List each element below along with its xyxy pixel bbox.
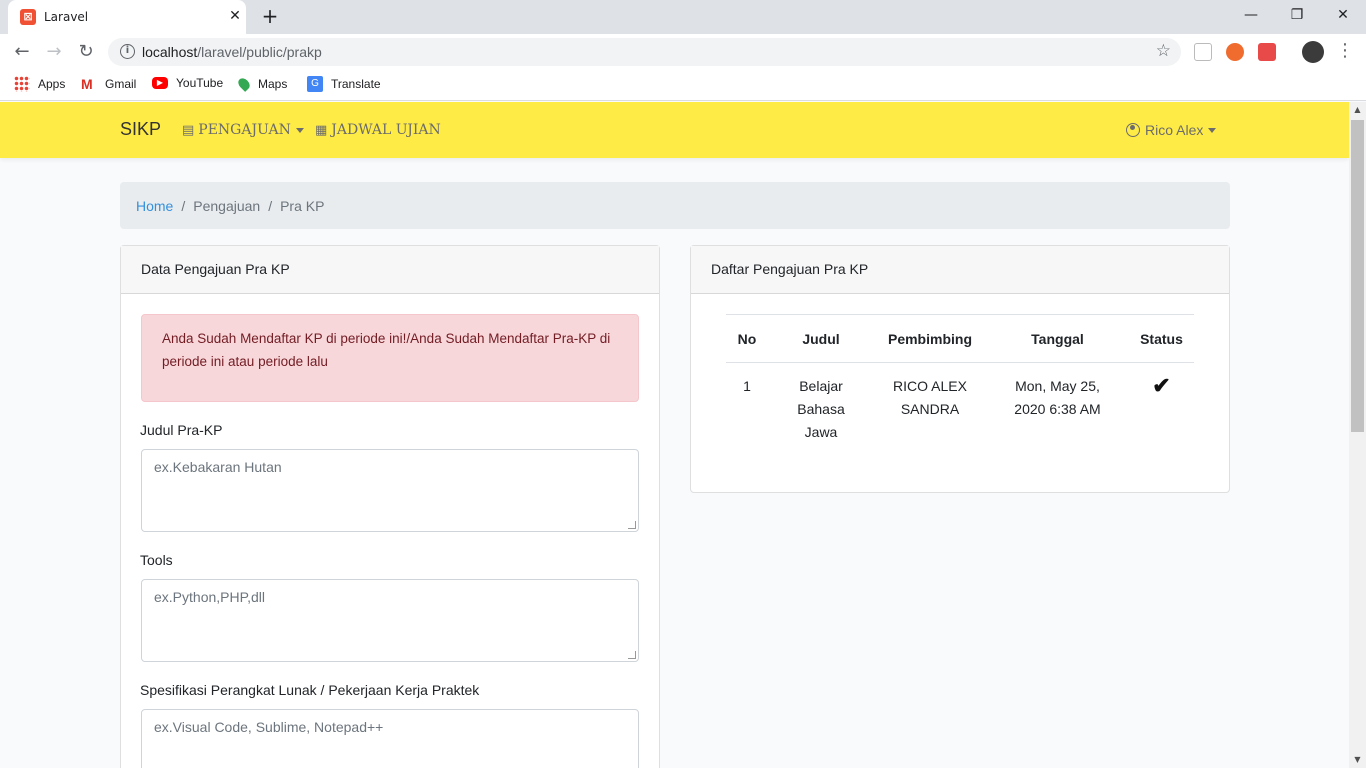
app-navbar: SIKP ▤ PENGAJUAN ▦ JADWAL UJIAN Rico Ale… <box>0 102 1349 158</box>
apps-grid-icon <box>14 76 30 92</box>
id-card-icon: ▤ <box>182 122 195 138</box>
list-card: Daftar Pengajuan Pra KP No Judul Pembimb… <box>690 245 1230 493</box>
calendar-icon: ▦ <box>315 122 328 138</box>
breadcrumb-home-link[interactable]: Home <box>136 198 173 214</box>
bookmarks-bar: Apps M Gmail ▶ YouTube Maps G Translate <box>0 70 1366 101</box>
nav-label: JADWAL UJIAN <box>331 122 441 138</box>
check-icon: ✔ <box>1152 373 1171 398</box>
new-tab-icon[interactable]: + <box>258 5 282 29</box>
spesifikasi-placeholder: ex.Visual Code, Sublime, Notepad++ <box>154 719 384 735</box>
bookmark-gmail[interactable]: M Gmail <box>81 76 136 92</box>
spesifikasi-textarea[interactable]: ex.Visual Code, Sublime, Notepad++ <box>141 709 639 768</box>
resize-handle[interactable] <box>628 521 636 529</box>
pengajuan-table: No Judul Pembimbing Tanggal Status 1 Bel… <box>726 314 1194 455</box>
brand-logo[interactable]: SIKP <box>120 119 161 140</box>
judul-textarea[interactable]: ex.Kebakaran Hutan <box>141 449 639 532</box>
youtube-icon: ▶ <box>152 77 168 89</box>
user-dropdown[interactable]: Rico Alex <box>1126 122 1217 138</box>
scroll-up-icon[interactable]: ▲ <box>1349 102 1366 118</box>
breadcrumb-separator: / <box>181 197 186 214</box>
maps-pin-icon <box>236 76 252 92</box>
cell-judul: Belajar Bahasa Jawa <box>797 378 845 440</box>
resize-handle[interactable] <box>628 651 636 659</box>
profile-avatar[interactable] <box>1302 41 1324 63</box>
bookmark-label: Apps <box>38 77 66 91</box>
nav-pengajuan[interactable]: ▤ PENGAJUAN <box>182 122 304 138</box>
col-no: No <box>726 314 768 363</box>
orange-extension-icon[interactable] <box>1226 43 1244 61</box>
breadcrumb: Home / Pengajuan / Pra KP <box>120 182 1230 229</box>
url-host: localhost <box>142 44 198 60</box>
bookmark-translate[interactable]: G Translate <box>307 76 381 92</box>
cell-tanggal: Mon, May 25, 2020 6:38 AM <box>1014 378 1101 417</box>
table-header-row: No Judul Pembimbing Tanggal Status <box>726 314 1194 363</box>
browser-tab[interactable]: ⊠ Laravel ✕ <box>8 0 246 34</box>
bookmark-apps[interactable]: Apps <box>14 76 65 92</box>
cell-no: 1 <box>743 378 751 394</box>
minimize-icon[interactable]: — <box>1228 0 1274 30</box>
spesifikasi-label: Spesifikasi Perangkat Lunak / Pekerjaan … <box>140 682 480 698</box>
pocket-extension-icon[interactable] <box>1194 43 1212 61</box>
table-row: 1 Belajar Bahasa Jawa RICO ALEX SANDRA M… <box>726 363 1194 455</box>
col-pembimbing: Pembimbing <box>874 314 986 363</box>
chevron-down-icon <box>295 127 304 133</box>
translate-icon: G <box>307 76 323 92</box>
tab-title: Laravel <box>44 10 89 24</box>
user-circle-icon <box>1126 123 1140 137</box>
bookmark-maps[interactable]: Maps <box>236 76 288 92</box>
tools-textarea[interactable]: ex.Python,PHP,dll <box>141 579 639 662</box>
cell-status: ✔ <box>1129 363 1194 455</box>
forward-arrow-icon[interactable]: → <box>42 40 66 64</box>
bookmark-label: Translate <box>331 77 381 91</box>
col-judul: Judul <box>768 314 874 363</box>
back-arrow-icon[interactable]: ← <box>10 40 34 64</box>
browser-menu-icon[interactable]: ⋮ <box>1336 41 1354 61</box>
laravel-favicon-icon: ⊠ <box>20 9 36 25</box>
page-viewport: SIKP ▤ PENGAJUAN ▦ JADWAL UJIAN Rico Ale… <box>0 102 1349 768</box>
judul-label: Judul Pra-KP <box>140 422 223 438</box>
restore-icon[interactable]: ❐ <box>1274 0 1320 30</box>
bookmark-label: Maps <box>258 77 288 91</box>
address-bar[interactable]: i localhost/laravel/public/prakp ☆ <box>108 38 1181 66</box>
chevron-down-icon <box>1208 127 1217 133</box>
judul-placeholder: ex.Kebakaran Hutan <box>154 459 282 475</box>
bookmark-youtube[interactable]: ▶ YouTube <box>152 76 223 90</box>
nav-jadwal-ujian[interactable]: ▦ JADWAL UJIAN <box>315 122 441 138</box>
list-card-title: Daftar Pengajuan Pra KP <box>691 246 1229 294</box>
url-path: /laravel/public/prakp <box>197 44 322 60</box>
scroll-down-icon[interactable]: ▼ <box>1349 752 1366 768</box>
browser-toolbar: ← → ↻ i localhost/laravel/public/prakp ☆… <box>0 34 1366 70</box>
tools-label: Tools <box>140 552 173 568</box>
form-card-title: Data Pengajuan Pra KP <box>121 246 659 294</box>
breadcrumb-current: Pra KP <box>280 197 325 214</box>
user-name: Rico Alex <box>1145 122 1204 138</box>
window-close-icon[interactable]: ✕ <box>1320 0 1366 30</box>
bookmark-label: Gmail <box>105 77 137 91</box>
nav-label: PENGAJUAN <box>198 122 291 138</box>
reload-icon[interactable]: ↻ <box>74 40 98 64</box>
browser-tab-strip: ⊠ Laravel ✕ + — ❐ ✕ <box>0 0 1366 34</box>
cell-pembimbing: RICO ALEX SANDRA <box>893 378 967 417</box>
tools-placeholder: ex.Python,PHP,dll <box>154 589 266 605</box>
bookmark-star-icon[interactable]: ☆ <box>1156 41 1171 61</box>
alert-danger: Anda Sudah Mendaftar KP di periode ini!/… <box>141 314 639 402</box>
col-tanggal: Tanggal <box>986 314 1129 363</box>
page-scrollbar[interactable]: ▲ ▼ <box>1349 102 1366 768</box>
breadcrumb-separator: / <box>268 197 273 214</box>
form-card: Data Pengajuan Pra KP Anda Sudah Mendaft… <box>120 245 660 768</box>
scroll-thumb[interactable] <box>1351 120 1364 432</box>
red-extension-icon[interactable] <box>1258 43 1276 61</box>
gmail-icon: M <box>81 76 93 92</box>
col-status: Status <box>1129 314 1194 363</box>
breadcrumb-pengajuan: Pengajuan <box>193 197 261 214</box>
site-info-icon[interactable]: i <box>120 44 135 59</box>
tab-close-icon[interactable]: ✕ <box>226 7 244 25</box>
address-url: localhost/laravel/public/prakp <box>142 44 322 60</box>
bookmark-label: YouTube <box>176 76 224 90</box>
